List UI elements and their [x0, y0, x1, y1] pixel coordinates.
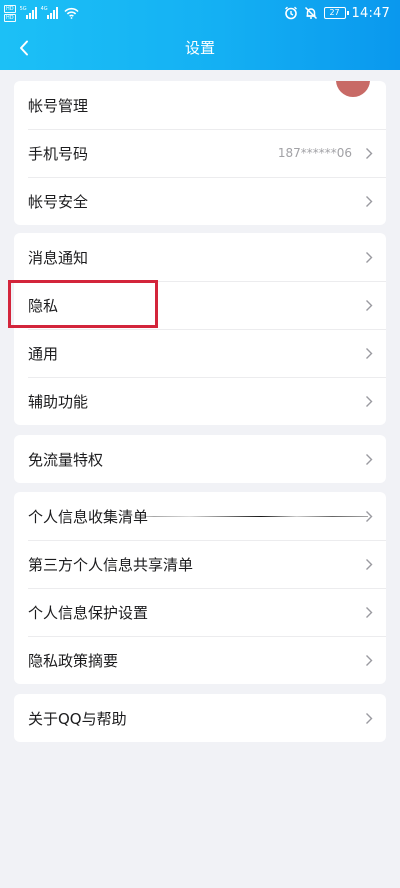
- third-party-list-row[interactable]: 第三方个人信息共享清单: [14, 540, 386, 588]
- notifications-row[interactable]: 消息通知: [14, 233, 386, 281]
- hd-badge: HD HD: [4, 4, 16, 22]
- account-security-row[interactable]: 帐号安全: [14, 177, 386, 225]
- third-party-list-label: 第三方个人信息共享清单: [28, 555, 194, 574]
- screen-smudge-line: [130, 516, 368, 517]
- phone-number-value: 187******06: [277, 146, 352, 160]
- wifi-icon: [64, 7, 79, 19]
- chevron-right-icon: [364, 509, 373, 523]
- status-right: 27 14:47: [284, 3, 390, 23]
- protection-settings-row[interactable]: 个人信息保护设置: [14, 588, 386, 636]
- chevron-right-icon: [364, 194, 373, 208]
- chevron-right-icon: [364, 653, 373, 667]
- chevron-right-icon: [364, 298, 373, 312]
- free-data-row[interactable]: 免流量特权: [14, 435, 386, 483]
- chevron-right-icon: [364, 250, 373, 264]
- alarm-icon: [284, 6, 298, 20]
- collection-list-row[interactable]: 个人信息收集清单: [14, 492, 386, 540]
- account-manage-row[interactable]: 帐号管理: [14, 81, 386, 129]
- status-time: 14:47: [351, 5, 390, 21]
- status-left: HD HD 5G 4G: [4, 4, 79, 22]
- hd-label-bottom: HD: [4, 13, 16, 22]
- account-group: 帐号管理 手机号码 187******06 帐号安全: [14, 81, 386, 225]
- phone-number-row[interactable]: 手机号码 187******06: [14, 129, 386, 177]
- privacy-row[interactable]: 隐私: [14, 281, 386, 329]
- account-manage-label: 帐号管理: [28, 96, 89, 115]
- mute-bell-icon: [304, 6, 318, 20]
- chevron-right-icon: [364, 557, 373, 571]
- phone-number-label: 手机号码: [28, 144, 89, 163]
- chevron-right-icon: [364, 605, 373, 619]
- general-group: 消息通知 隐私 通用 辅助功能: [14, 233, 386, 425]
- sim1-tag: 5G: [19, 6, 27, 12]
- accessibility-label: 辅助功能: [28, 392, 89, 411]
- chevron-right-icon: [364, 711, 373, 725]
- about-help-row[interactable]: 关于QQ与帮助: [14, 694, 386, 742]
- data-group: 免流量特权: [14, 435, 386, 483]
- general-row[interactable]: 通用: [14, 329, 386, 377]
- chevron-right-icon: [364, 394, 373, 408]
- app-header: HD HD 5G 4G 27 14:47 设置: [0, 0, 400, 70]
- sim2-tag: 4G: [40, 6, 48, 12]
- page-title: 设置: [184, 39, 215, 57]
- protection-settings-label: 个人信息保护设置: [28, 603, 149, 622]
- signal-icon: 5G: [19, 6, 37, 19]
- hd-label-top: HD: [4, 4, 16, 13]
- about-help-label: 关于QQ与帮助: [28, 709, 127, 728]
- avatar: [336, 81, 370, 97]
- privacy-label: 隐私: [28, 296, 59, 315]
- personal-info-group: 个人信息收集清单 第三方个人信息共享清单 个人信息保护设置 隐私政策摘要: [14, 492, 386, 684]
- status-bar: HD HD 5G 4G 27 14:47: [0, 0, 400, 26]
- title-bar: 设置: [0, 26, 400, 70]
- chevron-right-icon: [364, 346, 373, 360]
- general-label: 通用: [28, 344, 59, 363]
- battery-icon: 27: [323, 7, 349, 19]
- accessibility-row[interactable]: 辅助功能: [14, 377, 386, 425]
- chevron-right-icon: [364, 452, 373, 466]
- chevron-right-icon: [364, 146, 373, 160]
- account-security-label: 帐号安全: [28, 192, 89, 211]
- privacy-summary-row[interactable]: 隐私政策摘要: [14, 636, 386, 684]
- signal-icon: 4G: [40, 6, 58, 19]
- privacy-summary-label: 隐私政策摘要: [28, 651, 119, 670]
- free-data-label: 免流量特权: [28, 450, 104, 469]
- notifications-label: 消息通知: [28, 248, 89, 267]
- about-group: 关于QQ与帮助: [14, 694, 386, 742]
